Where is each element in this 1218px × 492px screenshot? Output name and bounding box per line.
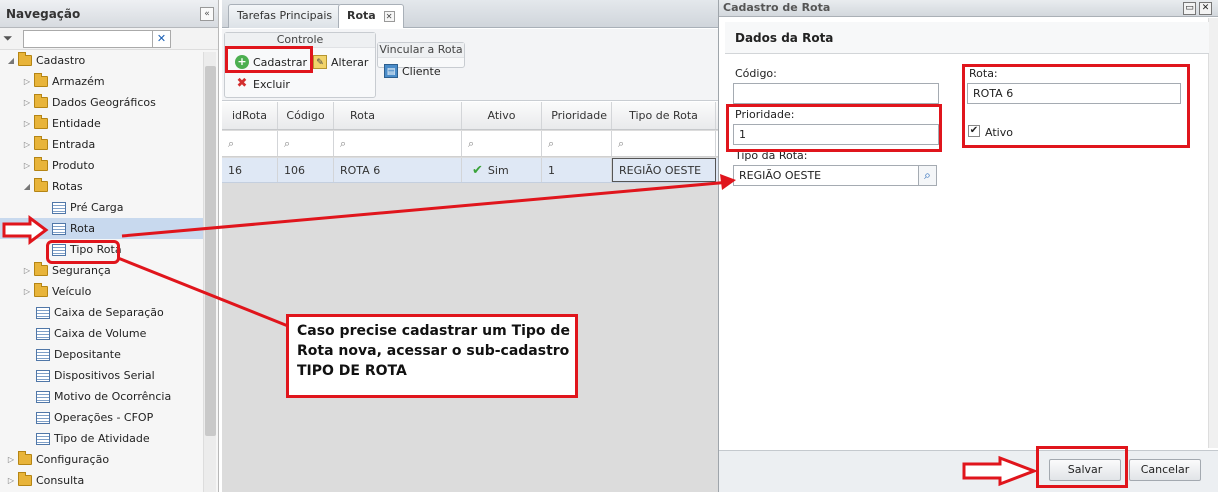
connector-line-note [117,256,289,328]
pointer-arrow-rota [2,215,49,245]
annotation-note-line: TIPO DE ROTA [297,363,407,379]
pointer-arrow-salvar [962,455,1039,487]
connector-line-tipo [121,180,731,238]
annotation-arrows [2,174,1039,487]
annotation-note-line: Rota nova, acessar o sub-cadastro [297,343,570,359]
connector-arrowhead [720,174,736,190]
annotation-note: Caso precise cadastrar um Tipo de Rota n… [286,314,578,398]
annotation-note-line: Caso precise cadastrar um Tipo de [297,323,570,339]
